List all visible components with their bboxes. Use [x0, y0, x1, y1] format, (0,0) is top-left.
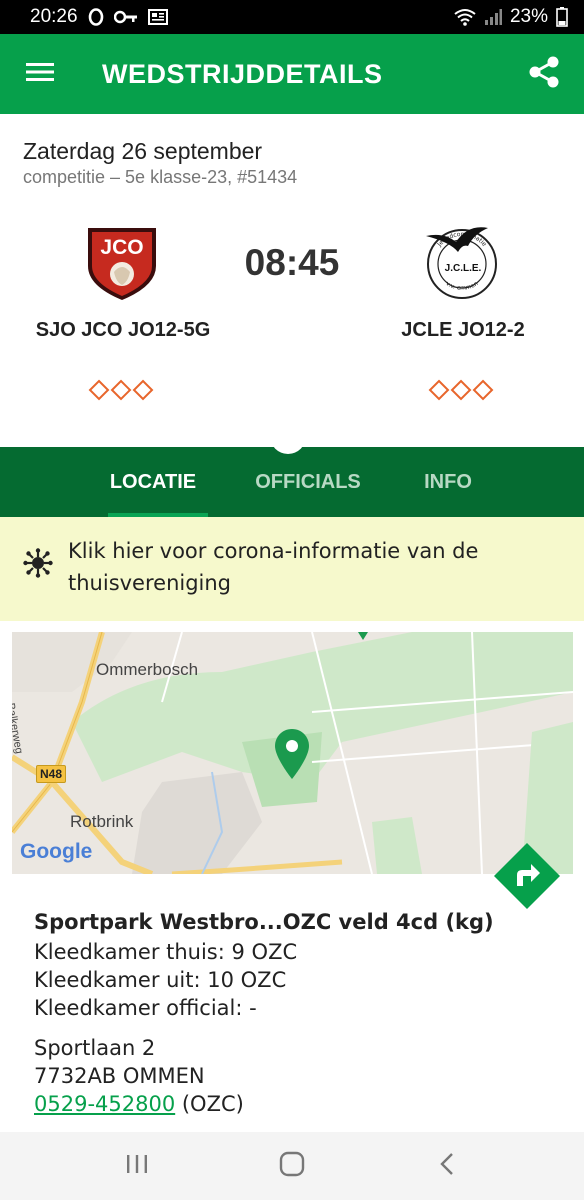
app-bar: WEDSTRIJDDETAILS	[0, 34, 584, 114]
recent-apps-button[interactable]	[107, 1136, 167, 1196]
battery-icon	[556, 7, 568, 27]
map-label-ommerbosch: Ommerbosch	[96, 660, 199, 679]
directions-icon	[493, 843, 561, 914]
map-pin-icon[interactable]	[274, 728, 310, 785]
phone-link[interactable]: 0529-452800	[34, 1092, 175, 1116]
away-team-form	[428, 379, 494, 401]
wifi-icon	[454, 8, 476, 26]
phone-line: 0529-452800 (OZC)	[34, 1092, 244, 1116]
signal-icon	[484, 9, 502, 25]
tab-info[interactable]: INFO	[388, 447, 508, 517]
corona-text: Klik hier voor corona-informatie van de …	[68, 539, 479, 595]
match-competition: competitie – 5e klasse-23, #51434	[23, 167, 298, 187]
form-diamond-icon	[428, 379, 450, 401]
home-team-form	[88, 379, 154, 401]
venue-name: Sportpark Westbro...OZC veld 4cd (kg)	[34, 910, 494, 934]
back-icon	[439, 1152, 455, 1181]
form-diamond-icon	[88, 379, 110, 401]
form-diamond-icon	[472, 379, 494, 401]
form-diamond-icon	[450, 379, 472, 401]
dressing-room-official: Kleedkamer official: -	[34, 996, 257, 1020]
status-bar: 20:26 23%	[0, 0, 584, 34]
virus-icon	[23, 548, 53, 583]
location-map[interactable]: Ommerbosch Rotbrink Balkerweg N48 Google	[12, 632, 573, 874]
away-team-name[interactable]: JCLE JO12-2	[370, 319, 556, 342]
dressing-room-away: Kleedkamer uit: 10 OZC	[34, 968, 287, 992]
form-diamond-icon	[110, 379, 132, 401]
tab-bar: LOCATIE OFFICIALS INFO	[0, 447, 584, 517]
tab-locatie[interactable]: LOCATIE	[78, 447, 228, 517]
phone-owner: (OZC)	[175, 1092, 244, 1116]
road-badge: N48	[36, 765, 67, 783]
home-team-name[interactable]: SJO JCO JO12-5G	[30, 319, 216, 342]
page-title: WEDSTRIJDDETAILS	[102, 58, 383, 89]
corona-banner[interactable]: Klik hier voor corona-informatie van de …	[0, 517, 584, 621]
away-logo-text: J.C.L.E.	[445, 263, 482, 274]
status-time: 20:26	[30, 6, 78, 27]
google-logo: Google	[20, 840, 93, 863]
key-icon	[113, 10, 138, 24]
system-nav-bar	[0, 1132, 584, 1200]
menu-button[interactable]	[0, 34, 80, 114]
directions-button[interactable]	[493, 842, 561, 910]
share-icon	[527, 55, 561, 94]
form-diamond-icon	[132, 379, 154, 401]
away-team-logo[interactable]: Jeugdcombinatie v.v. emmen J.C.L.E.	[422, 222, 502, 302]
dressing-room-home: Kleedkamer thuis: 9 OZC	[34, 940, 298, 964]
opera-icon	[88, 8, 104, 26]
recent-apps-icon	[125, 1153, 149, 1180]
news-icon	[147, 9, 168, 25]
match-header: Zaterdag 26 september competitie – 5e kl…	[0, 114, 584, 447]
map-label-rotbrink: Rotbrink	[70, 812, 134, 831]
match-date: Zaterdag 26 september	[23, 138, 263, 164]
battery-percentage: 23%	[509, 6, 548, 27]
menu-icon	[26, 62, 54, 87]
tab-officials[interactable]: OFFICIALS	[228, 447, 388, 517]
address-postal-city: 7732AB OMMEN	[34, 1064, 205, 1088]
address-street: Sportlaan 2	[34, 1036, 156, 1060]
home-button[interactable]	[262, 1136, 322, 1196]
home-icon	[279, 1151, 305, 1182]
back-button[interactable]	[417, 1136, 477, 1196]
share-button[interactable]	[504, 34, 584, 114]
